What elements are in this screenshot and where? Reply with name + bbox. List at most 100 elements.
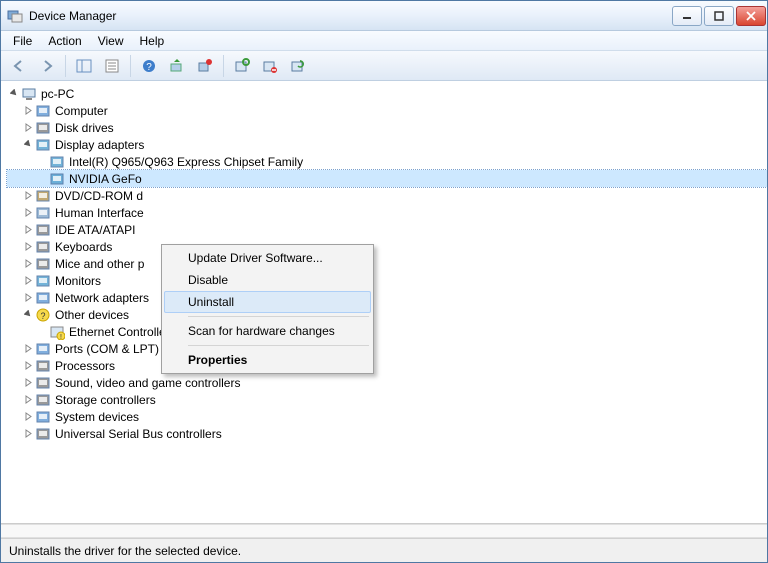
tree-label: System devices [55, 410, 139, 424]
forward-button[interactable] [35, 54, 59, 78]
tree-node[interactable]: Network adapters [7, 289, 767, 306]
toolbar-separator [223, 55, 224, 77]
collapse-icon[interactable] [21, 310, 35, 319]
tree-node[interactable]: Sound, video and game controllers [7, 374, 767, 391]
tree-label: Sound, video and game controllers [55, 376, 240, 390]
context-menu-item[interactable]: Uninstall [164, 291, 371, 313]
tree-node-root[interactable]: pc-PC [7, 85, 767, 102]
tree-node[interactable]: Computer [7, 102, 767, 119]
tree-label: Ports (COM & LPT) [55, 342, 159, 356]
tree-label: Processors [55, 359, 115, 373]
tree-node[interactable]: IDE ATA/ATAPI [7, 221, 767, 238]
context-menu-item[interactable]: Scan for hardware changes [164, 320, 371, 342]
toolbar-separator [130, 55, 131, 77]
context-menu-item[interactable]: Update Driver Software... [164, 247, 371, 269]
status-text: Uninstalls the driver for the selected d… [9, 544, 241, 558]
device-manager-window: Device Manager File Action View Help ? p… [0, 0, 768, 563]
menu-help[interactable]: Help [132, 32, 173, 50]
back-button[interactable] [7, 54, 31, 78]
tree-label: Other devices [55, 308, 129, 322]
tree-node[interactable]: Processors [7, 357, 767, 374]
window-title: Device Manager [29, 9, 670, 23]
tree-label: Display adapters [55, 138, 144, 152]
enable-button[interactable] [286, 54, 310, 78]
context-menu-item[interactable]: Properties [164, 349, 371, 371]
properties-button[interactable] [100, 54, 124, 78]
expand-icon[interactable] [21, 293, 35, 302]
help-button[interactable]: ? [137, 54, 161, 78]
tree-label: Storage controllers [55, 393, 156, 407]
expand-icon[interactable] [21, 378, 35, 387]
collapse-icon[interactable] [7, 89, 21, 98]
disable-button[interactable] [258, 54, 282, 78]
tree-node[interactable]: ? Other devices [7, 306, 767, 323]
context-menu-item[interactable]: Disable [164, 269, 371, 291]
tree-label: Keyboards [55, 240, 112, 254]
tree-label: Monitors [55, 274, 101, 288]
tree-node[interactable]: Monitors [7, 272, 767, 289]
minimize-button[interactable] [672, 6, 702, 26]
tree-node[interactable]: Universal Serial Bus controllers [7, 425, 767, 442]
computer-icon [21, 86, 37, 102]
expand-icon[interactable] [21, 276, 35, 285]
tree-label: Human Interface [55, 206, 144, 220]
expand-icon[interactable] [21, 106, 35, 115]
expand-icon[interactable] [21, 242, 35, 251]
tree-node[interactable]: DVD/CD-ROM d [7, 187, 767, 204]
expand-icon[interactable] [21, 361, 35, 370]
update-driver-button[interactable] [165, 54, 189, 78]
menubar: File Action View Help [1, 31, 767, 51]
tree-label: Universal Serial Bus controllers [55, 427, 222, 441]
menu-separator [188, 316, 369, 317]
window-controls [670, 6, 766, 26]
tree-label: NVIDIA GeFo [69, 172, 142, 186]
tree-node[interactable]: ! Ethernet Controller [7, 323, 767, 340]
expand-icon[interactable] [21, 259, 35, 268]
scan-hardware-button[interactable] [230, 54, 254, 78]
tree-node[interactable]: Intel(R) Q965/Q963 Express Chipset Famil… [7, 153, 767, 170]
expand-icon[interactable] [21, 429, 35, 438]
close-button[interactable] [736, 6, 766, 26]
tree-node[interactable]: Keyboards [7, 238, 767, 255]
device-tree[interactable]: pc-PC Computer Disk drives Display adapters… [1, 81, 767, 524]
tree-node[interactable]: Disk drives [7, 119, 767, 136]
expand-icon[interactable] [21, 225, 35, 234]
tree-label: pc-PC [41, 87, 74, 101]
expand-icon[interactable] [21, 191, 35, 200]
tree-label: DVD/CD-ROM d [55, 189, 143, 203]
splitter[interactable] [1, 524, 767, 538]
svg-text:?: ? [40, 311, 45, 321]
device-manager-icon [7, 8, 23, 24]
toolbar-separator [65, 55, 66, 77]
tree-node[interactable]: System devices [7, 408, 767, 425]
expand-icon[interactable] [21, 344, 35, 353]
context-menu: Update Driver Software...DisableUninstal… [161, 244, 374, 374]
tree-node[interactable]: Storage controllers [7, 391, 767, 408]
tree-label: Intel(R) Q965/Q963 Express Chipset Famil… [69, 155, 303, 169]
menu-action[interactable]: Action [40, 32, 89, 50]
tree-node[interactable]: Mice and other p [7, 255, 767, 272]
uninstall-button[interactable] [193, 54, 217, 78]
tree-label: IDE ATA/ATAPI [55, 223, 135, 237]
tree-node[interactable]: Display adapters [7, 136, 767, 153]
expand-icon[interactable] [21, 208, 35, 217]
show-hide-console-tree-button[interactable] [72, 54, 96, 78]
tree-label: Ethernet Controller [69, 325, 170, 339]
tree-node[interactable]: Human Interface [7, 204, 767, 221]
toolbar: ? [1, 51, 767, 81]
tree-label: Disk drives [55, 121, 114, 135]
svg-text:!: ! [60, 334, 62, 340]
menu-view[interactable]: View [90, 32, 132, 50]
maximize-button[interactable] [704, 6, 734, 26]
tree-node[interactable]: NVIDIA GeFo [7, 170, 767, 187]
collapse-icon[interactable] [21, 140, 35, 149]
tree-label: Computer [55, 104, 108, 118]
svg-text:?: ? [146, 62, 152, 73]
tree-node[interactable]: Ports (COM & LPT) [7, 340, 767, 357]
menu-separator [188, 345, 369, 346]
menu-file[interactable]: File [5, 32, 40, 50]
expand-icon[interactable] [21, 123, 35, 132]
expand-icon[interactable] [21, 395, 35, 404]
expand-icon[interactable] [21, 412, 35, 421]
tree-label: Mice and other p [55, 257, 144, 271]
